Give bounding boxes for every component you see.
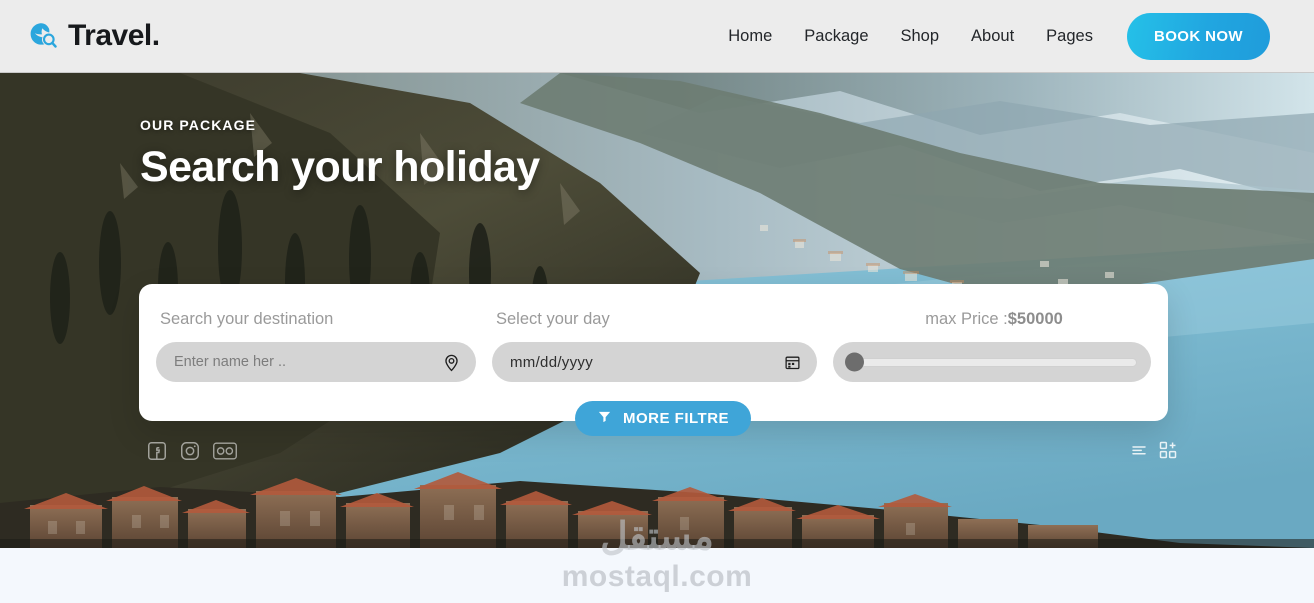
destination-field-group: Search your destination (156, 310, 476, 421)
price-label-text: max Price : (925, 310, 1008, 328)
search-input[interactable] (156, 354, 434, 370)
book-now-button[interactable]: BOOK NOW (1126, 12, 1270, 60)
nav-item-package[interactable]: Package (788, 19, 884, 54)
date-label: Select your day (496, 310, 610, 328)
hero-text-block: OUR PACKAGE Search your holiday (140, 117, 540, 192)
price-slider-track[interactable] (845, 352, 1137, 372)
location-pin-icon[interactable] (434, 353, 468, 372)
site-header: Travel. Home Package Shop About Pages BO… (0, 0, 1314, 73)
instagram-icon[interactable] (179, 440, 201, 462)
nav-item-home[interactable]: Home (712, 19, 788, 54)
filter-funnel-icon (597, 409, 612, 428)
flickr-icon[interactable] (212, 440, 238, 462)
nav-item-pages[interactable]: Pages (1030, 19, 1109, 54)
grid-add-icon[interactable] (1158, 440, 1178, 460)
social-icon-group (146, 440, 238, 462)
price-slider-thumb[interactable] (845, 352, 864, 372)
page-root: Travel. Home Package Shop About Pages BO… (0, 0, 1314, 603)
more-filtre-button[interactable]: MORE FILTRE (575, 401, 752, 436)
destination-label: Search your destination (160, 310, 334, 328)
menu-lines-icon[interactable] (1130, 441, 1148, 459)
globe-search-icon (28, 21, 58, 51)
price-slider-wrap[interactable] (833, 342, 1151, 382)
price-value: $50000 (1007, 310, 1063, 328)
brand-name: Travel. (68, 19, 160, 52)
price-field-group: max Price :$50000 (833, 310, 1151, 421)
hero-headline: Search your holiday (140, 143, 540, 191)
date-input[interactable]: mm/dd/yyyy (492, 354, 775, 371)
right-overlay-icon-group (1130, 440, 1178, 460)
destination-input-wrap[interactable] (156, 342, 476, 382)
main-navigation: Home Package Shop About Pages BOOK NOW (712, 12, 1270, 60)
price-label: max Price :$50000 (833, 310, 1151, 329)
nav-item-shop[interactable]: Shop (885, 19, 956, 54)
hero-kicker: OUR PACKAGE (140, 117, 257, 133)
facebook-icon[interactable] (146, 440, 168, 462)
brand-logo[interactable]: Travel. (28, 19, 160, 53)
calendar-icon[interactable] (775, 354, 809, 371)
more-filtre-label: MORE FILTRE (623, 410, 730, 427)
date-input-wrap[interactable]: mm/dd/yyyy (492, 342, 817, 382)
nav-item-about[interactable]: About (955, 19, 1030, 54)
page-bottom-band (0, 548, 1314, 603)
